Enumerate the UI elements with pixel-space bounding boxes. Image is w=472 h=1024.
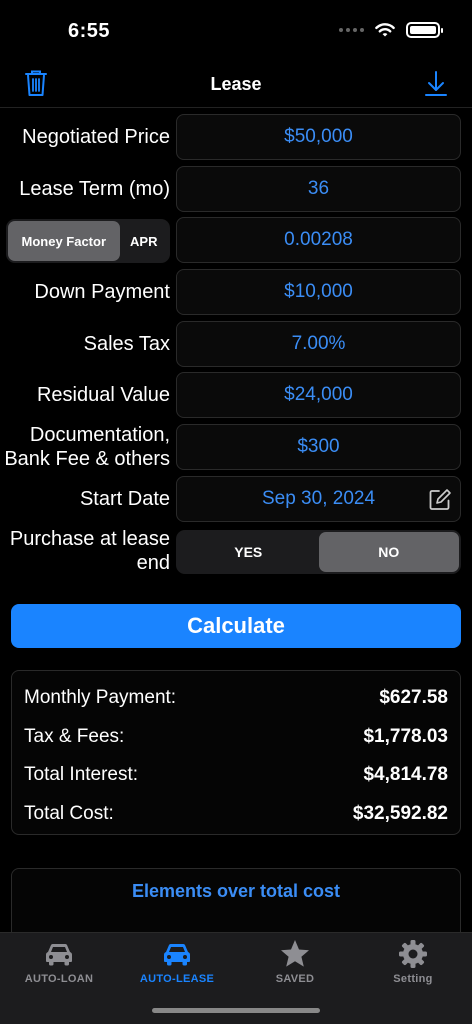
- tab-auto-lease[interactable]: AUTO-LEASE: [118, 937, 236, 995]
- car-icon: [163, 943, 191, 966]
- result-label: Tax & Fees:: [24, 725, 125, 747]
- result-value: $4,814.78: [363, 764, 448, 786]
- lease-form: Negotiated Price $50,000 Lease Term (mo)…: [0, 114, 472, 579]
- apr-option[interactable]: APR: [120, 221, 168, 261]
- status-time: 6:55: [68, 20, 111, 42]
- purchase-label: Purchase at lease end: [9, 527, 170, 574]
- battery-icon: [406, 22, 443, 38]
- purchase-row: Purchase at lease end YES NO: [0, 528, 472, 580]
- negotiated-price-row: Negotiated Price $50,000: [0, 114, 472, 166]
- chart-title: Elements over total cost: [131, 881, 341, 901]
- tab-label: SAVED: [275, 973, 315, 985]
- start-date-label: Start Date: [79, 487, 170, 510]
- rate-field[interactable]: 0.00208: [176, 217, 461, 264]
- doc-fees-field[interactable]: $300: [176, 424, 461, 471]
- rate-type-toggle: Money Factor APR: [6, 219, 170, 264]
- result-value: $1,778.03: [363, 725, 448, 747]
- lease-term-field[interactable]: 36: [176, 165, 461, 212]
- nav-bar: Lease: [0, 60, 472, 108]
- edit-icon[interactable]: [428, 488, 452, 512]
- result-value: $32,592.82: [352, 802, 448, 824]
- tab-label: AUTO-LOAN: [24, 973, 94, 985]
- down-payment-label: Down Payment: [34, 281, 170, 304]
- start-date-value: Sep 30, 2024: [261, 487, 376, 509]
- results-card: Monthly Payment: $627.58 Tax & Fees: $1,…: [11, 670, 461, 835]
- rate-row: Money Factor APR 0.00208: [0, 217, 472, 269]
- result-row: Total Interest: $4,814.78: [24, 756, 448, 795]
- calculate-button[interactable]: Calculate: [11, 604, 461, 648]
- down-payment-field[interactable]: $10,000: [176, 269, 461, 316]
- doc-fees-row: Documentation, Bank Fee & others $300: [0, 424, 472, 476]
- down-payment-row: Down Payment $10,000: [0, 269, 472, 321]
- residual-value-row: Residual Value $24,000: [0, 372, 472, 424]
- home-indicator: [152, 1008, 320, 1013]
- money-factor-option[interactable]: Money Factor: [8, 221, 120, 262]
- car-icon: [45, 943, 73, 966]
- tab-label: Setting: [393, 973, 433, 985]
- result-label: Total Cost:: [24, 802, 114, 824]
- signal-icon: [339, 28, 364, 32]
- sales-tax-label: Sales Tax: [83, 332, 170, 355]
- result-value: $627.58: [379, 687, 448, 709]
- residual-value-field[interactable]: $24,000: [176, 372, 461, 419]
- sales-tax-field[interactable]: 7.00%: [176, 320, 461, 367]
- purchase-no-option[interactable]: NO: [318, 531, 459, 572]
- sales-tax-row: Sales Tax 7.00%: [0, 320, 472, 373]
- result-label: Monthly Payment:: [24, 687, 177, 709]
- purchase-toggle: YES NO: [176, 529, 461, 574]
- page-title: Lease: [210, 74, 262, 94]
- result-label: Total Interest:: [24, 764, 139, 786]
- tab-setting[interactable]: Setting: [354, 937, 472, 995]
- residual-value-label: Residual Value: [36, 384, 170, 407]
- lease-term-row: Lease Term (mo) 36: [0, 165, 472, 218]
- start-date-field[interactable]: Sep 30, 2024: [176, 475, 461, 522]
- result-row: Tax & Fees: $1,778.03: [24, 718, 448, 757]
- lease-term-label: Lease Term (mo): [19, 177, 170, 200]
- result-row: Total Cost: $32,592.82: [24, 795, 448, 834]
- wifi-icon: [375, 23, 395, 37]
- status-bar: 6:55: [0, 0, 472, 60]
- negotiated-price-label: Negotiated Price: [22, 126, 170, 148]
- start-date-row: Start Date Sep 30, 2024: [0, 475, 472, 528]
- doc-fees-label: Documentation, Bank Fee & others: [4, 424, 170, 471]
- download-icon[interactable]: [422, 68, 450, 98]
- star-icon: [281, 940, 309, 967]
- tab-label: AUTO-LEASE: [139, 973, 215, 985]
- purchase-yes-option[interactable]: YES: [178, 532, 319, 572]
- result-row: Monthly Payment: $627.58: [24, 679, 448, 718]
- gear-icon: [399, 940, 427, 968]
- tab-auto-loan[interactable]: AUTO-LOAN: [0, 937, 118, 995]
- negotiated-price-field[interactable]: $50,000: [176, 114, 461, 160]
- tab-saved[interactable]: SAVED: [236, 937, 354, 995]
- status-icons: [339, 22, 443, 38]
